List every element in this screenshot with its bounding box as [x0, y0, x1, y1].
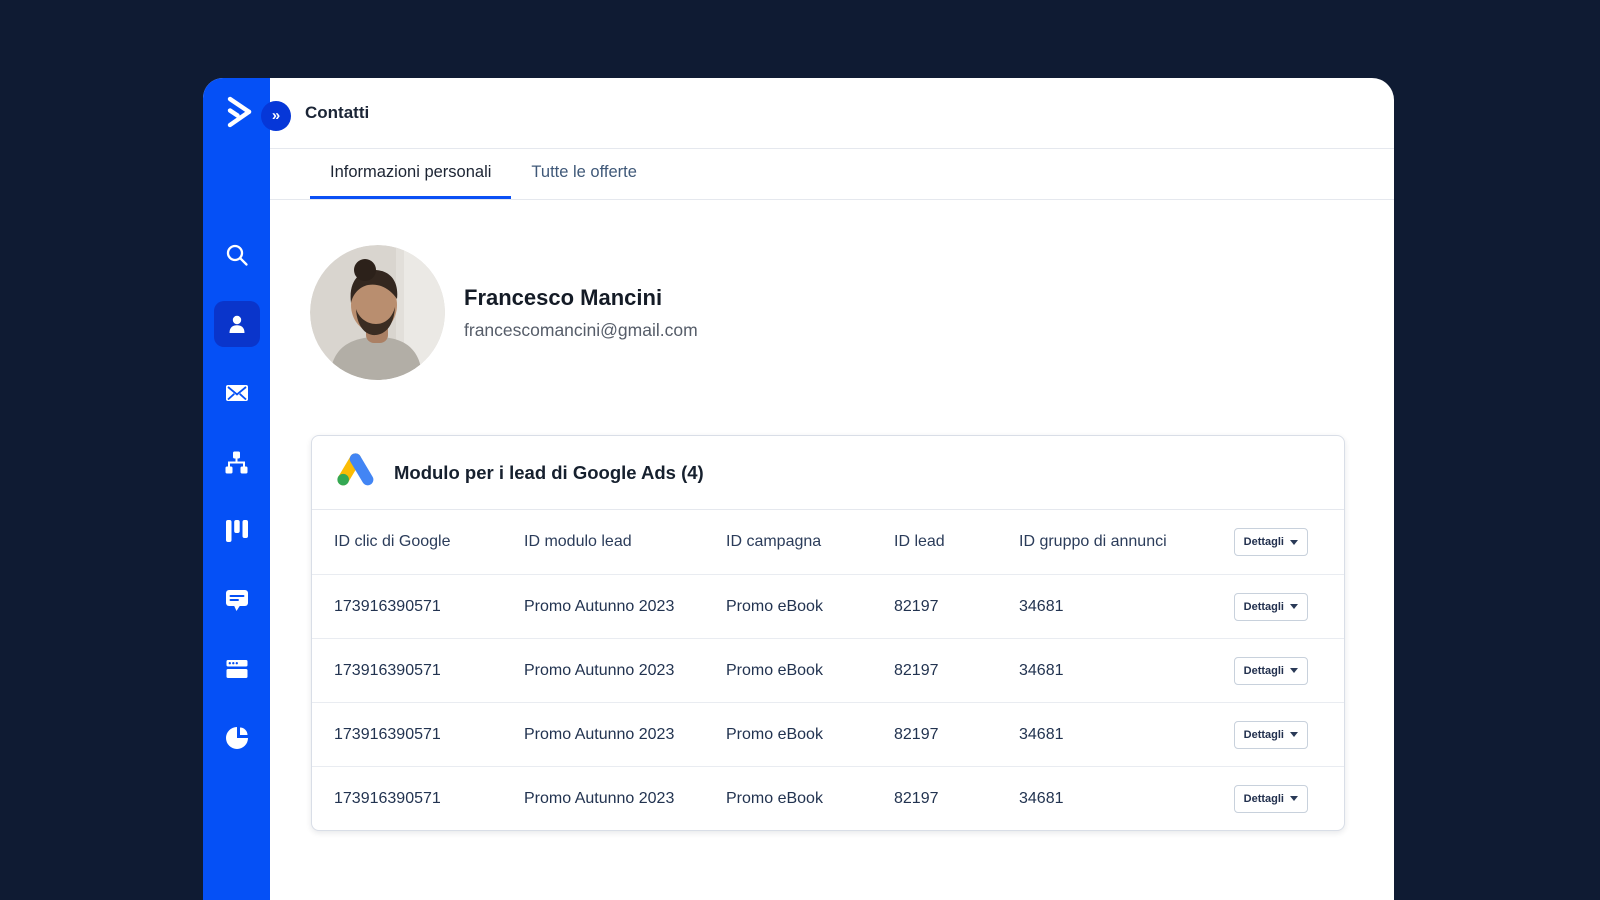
- activecampaign-logo-icon: [225, 95, 255, 129]
- cell-lead-id: 82197: [894, 661, 939, 679]
- tab-bar: Informazioni personali Tutte le offerte: [270, 149, 1394, 200]
- table-row: 173916390571 Promo Autunno 2023 Promo eB…: [312, 702, 1344, 766]
- caret-down-icon: [1290, 668, 1298, 673]
- sidebar: [203, 78, 270, 900]
- tab-informazioni-personali[interactable]: Informazioni personali: [310, 149, 512, 199]
- cell-lead-id: 82197: [894, 789, 939, 807]
- table-header-row: ID clic di Google ID modulo lead ID camp…: [312, 510, 1344, 574]
- cell-google-click-id: 173916390571: [334, 789, 441, 807]
- dettagli-dropdown-button[interactable]: Dettagli: [1233, 528, 1308, 556]
- column-header: ID campagna: [726, 533, 822, 550]
- contact-meta: Francesco Mancini francescomancini@gmail…: [464, 285, 698, 341]
- automation-sitemap-icon: [224, 450, 249, 475]
- sidebar-item-forms[interactable]: [214, 646, 260, 692]
- sidebar-nav: [203, 232, 270, 761]
- cell-adgroup-id: 34681: [1019, 661, 1064, 679]
- column-header: ID lead: [894, 533, 945, 550]
- contact-summary: Francesco Mancini francescomancini@gmail…: [310, 245, 698, 380]
- google-ads-logo-icon: [334, 451, 376, 494]
- pie-chart-icon: [225, 726, 249, 750]
- cell-lead-form-id: Promo Autunno 2023: [524, 725, 675, 743]
- cell-campaign-id: Promo eBook: [726, 597, 823, 615]
- email-icon: [225, 381, 249, 405]
- double-chevron-right-icon: »: [271, 107, 281, 124]
- cell-lead-form-id: Promo Autunno 2023: [524, 661, 675, 679]
- cell-adgroup-id: 34681: [1019, 725, 1064, 743]
- dettagli-dropdown-button[interactable]: Dettagli: [1233, 720, 1308, 749]
- cell-google-click-id: 173916390571: [334, 597, 441, 615]
- cell-lead-form-id: Promo Autunno 2023: [524, 789, 675, 807]
- dettagli-dropdown-button[interactable]: Dettagli: [1233, 784, 1308, 813]
- page-title: Contatti: [305, 103, 370, 122]
- card-title: Modulo per i lead di Google Ads (4): [394, 461, 704, 483]
- card-header: Modulo per i lead di Google Ads (4): [312, 436, 1344, 510]
- leads-table: ID clic di Google ID modulo lead ID camp…: [312, 510, 1344, 830]
- sidebar-item-deals-kanban[interactable]: [214, 508, 260, 554]
- sidebar-item-automations[interactable]: [214, 439, 260, 485]
- table-row: 173916390571 Promo Autunno 2023 Promo eB…: [312, 574, 1344, 638]
- cell-google-click-id: 173916390571: [334, 661, 441, 679]
- search-icon: [224, 242, 250, 268]
- cell-lead-id: 82197: [894, 725, 939, 743]
- table-row: 173916390571 Promo Autunno 2023 Promo eB…: [312, 766, 1344, 830]
- cell-adgroup-id: 34681: [1019, 789, 1064, 807]
- dettagli-dropdown-button[interactable]: Dettagli: [1233, 592, 1308, 621]
- chat-bubble-icon: [225, 588, 249, 612]
- page-header: Contatti: [270, 78, 1394, 149]
- sidebar-item-conversations[interactable]: [214, 577, 260, 623]
- tab-tutte-le-offerte[interactable]: Tutte le offerte: [511, 149, 656, 199]
- contact-icon: [225, 312, 249, 336]
- caret-down-icon: [1290, 732, 1298, 737]
- caret-down-icon: [1290, 604, 1298, 609]
- avatar: [310, 245, 445, 380]
- sidebar-item-search[interactable]: [214, 232, 260, 278]
- sidebar-item-reports[interactable]: [214, 715, 260, 761]
- caret-down-icon: [1290, 539, 1298, 545]
- contact-email: francescomancini@gmail.com: [464, 319, 698, 340]
- cell-google-click-id: 173916390571: [334, 725, 441, 743]
- cell-campaign-id: Promo eBook: [726, 661, 823, 679]
- form-window-icon: [225, 657, 249, 681]
- app-window: » Contatti Informazioni personali Tutte …: [203, 78, 1394, 900]
- table-row: 173916390571 Promo Autunno 2023 Promo eB…: [312, 638, 1344, 702]
- column-header: ID clic di Google: [334, 533, 451, 550]
- dettagli-dropdown-button[interactable]: Dettagli: [1233, 656, 1308, 685]
- column-header: ID gruppo di annunci: [1019, 533, 1167, 550]
- kanban-board-icon: [225, 519, 249, 543]
- sidebar-collapse-button[interactable]: »: [261, 101, 291, 131]
- caret-down-icon: [1290, 796, 1298, 801]
- desktop-background: » Contatti Informazioni personali Tutte …: [0, 0, 1600, 900]
- cell-campaign-id: Promo eBook: [726, 789, 823, 807]
- cell-adgroup-id: 34681: [1019, 597, 1064, 615]
- cell-lead-form-id: Promo Autunno 2023: [524, 597, 675, 615]
- contact-name: Francesco Mancini: [464, 284, 663, 310]
- sidebar-item-contacts[interactable]: [213, 301, 260, 347]
- column-header: ID modulo lead: [524, 533, 632, 550]
- sidebar-item-email[interactable]: [214, 370, 260, 416]
- cell-lead-id: 82197: [894, 597, 939, 615]
- cell-campaign-id: Promo eBook: [726, 725, 823, 743]
- google-ads-leads-card: Modulo per i lead di Google Ads (4) ID c…: [311, 435, 1345, 831]
